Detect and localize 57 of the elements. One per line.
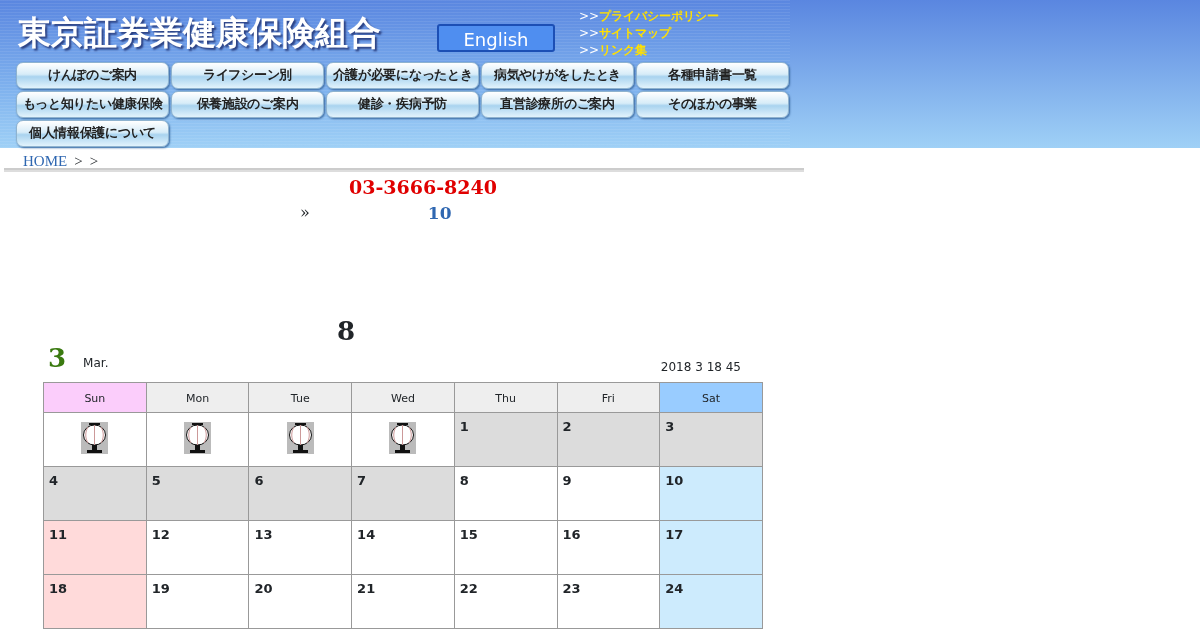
day-number: 10: [664, 472, 684, 490]
updated-time: 2018 3 18 45: [660, 359, 741, 376]
day-number: 20: [253, 580, 273, 598]
day-number: 15: [458, 526, 478, 544]
day-number: 14: [356, 526, 376, 544]
nav-button[interactable]: もっと知りたい健康保険: [16, 91, 169, 118]
notice-number: 10: [427, 202, 452, 225]
day-number: 9: [561, 472, 572, 490]
day-number: 24: [664, 580, 684, 598]
nav-button[interactable]: そのほかの事業: [636, 91, 789, 118]
day-number: 17: [664, 526, 684, 544]
month-name: Mar.: [83, 355, 109, 372]
day-number: 6: [253, 472, 264, 490]
day-number: 3: [664, 418, 675, 436]
nav-button[interactable]: 病気やけがをしたとき: [481, 62, 634, 89]
nav-button[interactable]: 保養施設のご案内: [171, 91, 324, 118]
day-number: 1: [458, 418, 469, 436]
day-number: 19: [150, 580, 170, 598]
lantern-icon: [81, 422, 109, 454]
phone-number: 03-3666-8240: [348, 175, 498, 200]
bullet-marker: »: [300, 202, 310, 224]
month-number: 3: [48, 342, 67, 375]
day-number: 12: [150, 526, 170, 544]
day-number: 5: [150, 472, 161, 490]
site-title: 東京証券業健康保険組合: [17, 12, 381, 54]
nav-button[interactable]: ライフシーン別: [171, 62, 324, 89]
day-number: 13: [253, 526, 273, 544]
weekday-header: Fri: [557, 382, 660, 413]
weekday-header: Sun: [43, 382, 147, 413]
lantern-icon: [286, 422, 314, 454]
day-number: 18: [48, 580, 68, 598]
lantern-icon: [389, 422, 417, 454]
breadcrumb-separator: >: [88, 152, 99, 168]
home-link[interactable]: HOME: [23, 150, 68, 168]
lantern-icon: [184, 422, 212, 454]
nav-button[interactable]: けんぽのご案内: [16, 62, 169, 89]
weekday-header: Sat: [659, 382, 763, 413]
breadcrumb-separator: >: [73, 152, 83, 168]
day-number: 23: [561, 580, 581, 598]
day-number: 21: [356, 580, 376, 598]
day-number: 11: [48, 526, 68, 544]
day-number: 22: [458, 580, 478, 598]
weekday-header: Tue: [248, 382, 352, 413]
nav-button[interactable]: 個人情報保護について: [16, 120, 169, 147]
day-number: 2: [561, 418, 572, 436]
nav-button[interactable]: 直営診療所のご案内: [481, 91, 634, 118]
weekday-header: Thu: [454, 382, 557, 413]
day-number: 7: [356, 472, 367, 490]
day-number: 4: [48, 472, 59, 490]
nav-button[interactable]: 各種申請書一覧: [636, 62, 789, 89]
weekday-header: Wed: [351, 382, 455, 413]
nav-button[interactable]: 健診・疾病予防: [326, 91, 479, 118]
heading-number: 8: [336, 315, 357, 348]
day-number: 16: [561, 526, 581, 544]
day-number: 8: [458, 472, 469, 490]
nav-button[interactable]: 介護が必要になったとき: [326, 62, 479, 89]
weekday-header: Mon: [146, 382, 249, 413]
